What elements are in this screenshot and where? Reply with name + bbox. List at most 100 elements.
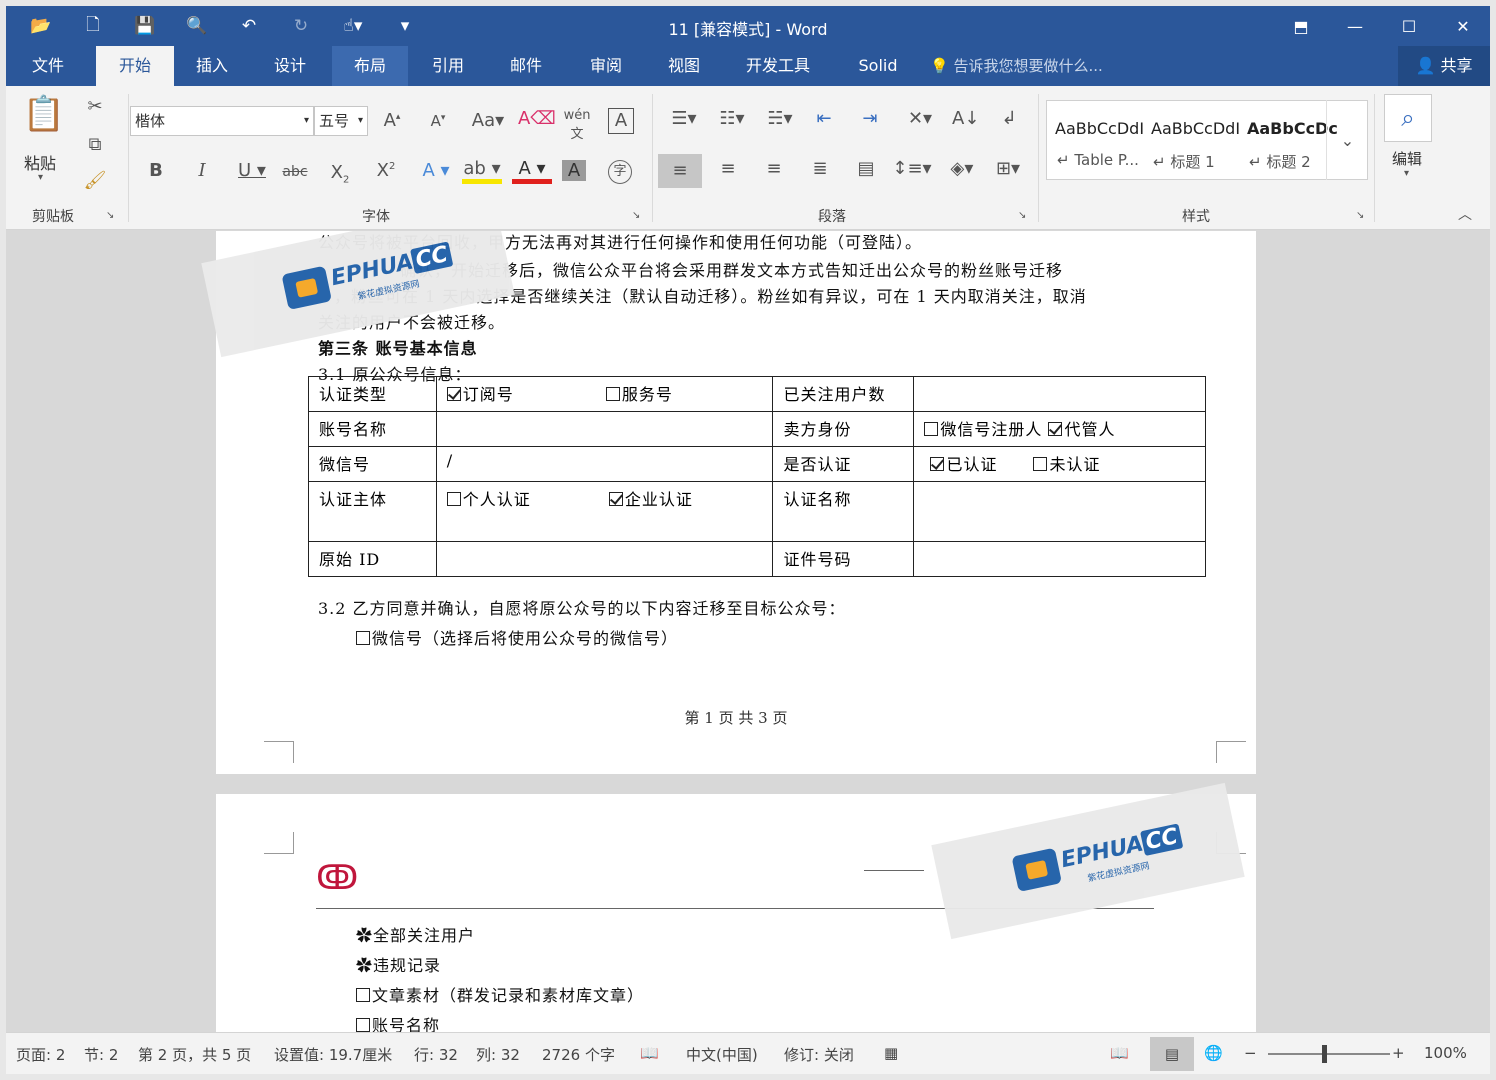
increase-indent-icon[interactable]: ⇥ <box>856 108 884 129</box>
status-pages[interactable]: 第 2 页，共 5 页 <box>138 1044 251 1065</box>
chevron-down-icon[interactable]: ▾ <box>304 107 309 135</box>
multilevel-list-icon[interactable]: ☵▾ <box>760 108 800 129</box>
checkbox-checked[interactable] <box>1048 422 1063 436</box>
status-page[interactable]: 页面: 2 <box>16 1044 65 1065</box>
table-cell[interactable] <box>913 541 1206 577</box>
status-track-changes[interactable]: 修订: 关闭 <box>784 1044 854 1065</box>
print-layout-icon[interactable]: ▤ <box>1150 1037 1194 1071</box>
tab-layout[interactable]: 布局 <box>332 46 408 86</box>
zoom-slider-knob[interactable] <box>1322 1045 1327 1063</box>
checkbox-checked[interactable] <box>930 457 945 471</box>
web-layout-icon[interactable]: 🌐 <box>1204 1044 1223 1062</box>
tab-solid[interactable]: Solid <box>846 46 910 86</box>
bold-icon[interactable]: B <box>146 160 166 181</box>
checkbox[interactable] <box>446 492 461 506</box>
tab-review[interactable]: 审阅 <box>572 46 640 86</box>
share-button[interactable]: 👤 共享 <box>1398 46 1490 86</box>
checkbox-checked[interactable] <box>608 492 623 506</box>
strikethrough-icon[interactable]: abc <box>280 164 310 180</box>
clipboard-launcher-icon[interactable]: ↘ <box>106 210 114 221</box>
highlight-color-icon[interactable]: ab ▾ <box>462 158 502 184</box>
copy-icon[interactable]: ⧉ <box>82 134 108 155</box>
tab-file[interactable]: 文件 <box>18 46 78 86</box>
format-painter-icon[interactable]: 🖌 <box>82 170 108 191</box>
font-color-icon[interactable]: A ▾ <box>512 158 552 184</box>
tab-view[interactable]: 视图 <box>650 46 718 86</box>
close-icon[interactable]: ✕ <box>1436 6 1490 46</box>
bullets-icon[interactable]: ☰▾ <box>664 108 704 129</box>
zoom-level[interactable]: 100% <box>1424 1044 1467 1062</box>
shrink-font-icon[interactable]: A▾ <box>426 112 450 130</box>
checkbox[interactable] <box>356 988 370 1002</box>
table-cell[interactable] <box>435 541 774 577</box>
tab-insert[interactable]: 插入 <box>178 46 246 86</box>
zoom-slider[interactable] <box>1268 1053 1390 1055</box>
checkbox-checked[interactable] <box>446 387 461 401</box>
status-section[interactable]: 节: 2 <box>84 1044 118 1065</box>
distributed-icon[interactable]: ▤ <box>852 158 880 179</box>
status-setting[interactable]: 设置值: 19.7厘米 <box>274 1044 392 1065</box>
chevron-down-icon[interactable]: ▾ <box>358 107 363 135</box>
status-language[interactable]: 中文(中国) <box>686 1044 758 1065</box>
paste-dropdown-icon[interactable]: ▾ <box>38 172 43 183</box>
checkbox[interactable] <box>356 1018 370 1032</box>
align-left-icon[interactable]: ≡ <box>658 154 702 188</box>
ribbon-display-options-icon[interactable]: ⬒ <box>1274 6 1328 46</box>
subscript-icon[interactable]: X2 <box>328 162 352 186</box>
font-name-box[interactable]: 楷体 ▾ <box>130 106 314 136</box>
decrease-indent-icon[interactable]: ⇤ <box>810 108 838 129</box>
enclose-characters-icon[interactable]: 字 <box>608 160 632 184</box>
chinese-layout-icon[interactable]: ✕▾ <box>900 108 940 129</box>
paragraph-launcher-icon[interactable]: ↘ <box>1018 210 1026 221</box>
tab-home[interactable]: 开始 <box>96 46 174 86</box>
change-case-icon[interactable]: Aa▾ <box>468 110 508 131</box>
migration-item[interactable]: ✿全部关注用户 <box>356 922 475 946</box>
superscript-icon[interactable]: X2 <box>374 160 398 181</box>
minimize-icon[interactable]: — <box>1328 6 1382 46</box>
character-border-icon[interactable]: A <box>608 108 634 134</box>
table-cell[interactable]: 个人认证 企业认证 <box>435 481 774 542</box>
tab-design[interactable]: 设计 <box>256 46 324 86</box>
numbering-icon[interactable]: ☷▾ <box>712 108 752 129</box>
tab-references[interactable]: 引用 <box>414 46 482 86</box>
editing-label[interactable]: 编辑 <box>1392 148 1422 169</box>
checkbox[interactable] <box>356 631 370 645</box>
migration-item[interactable]: 账号名称 <box>356 1012 440 1032</box>
table-cell[interactable] <box>913 376 1206 412</box>
status-column[interactable]: 列: 32 <box>476 1044 520 1065</box>
cut-icon[interactable]: ✂ <box>82 96 108 117</box>
italic-icon[interactable]: I <box>192 160 212 181</box>
option-item[interactable]: 微信号（选择后将使用公众号的微信号） <box>356 625 678 649</box>
clear-formatting-icon[interactable]: A⌫ <box>518 108 556 129</box>
line-spacing-icon[interactable]: ↕≡▾ <box>892 158 932 179</box>
account-info-table[interactable]: 认证类型 订阅号 服务号 已关注用户数 账号名称 卖方身份 微信号注册人 代管人 … <box>308 376 1206 577</box>
tab-mailings[interactable]: 邮件 <box>492 46 560 86</box>
character-shading-icon[interactable]: A <box>562 160 586 181</box>
align-center-icon[interactable]: ≡ <box>714 158 742 179</box>
table-cell[interactable]: 已认证 未认证 <box>913 446 1206 482</box>
phonetic-guide-icon[interactable]: wén 文 <box>562 108 592 142</box>
justify-icon[interactable]: ≣ <box>806 158 834 179</box>
checkbox[interactable] <box>924 422 939 436</box>
style-heading-2[interactable]: AaBbCcDc ↵ 标题 2 <box>1239 101 1338 179</box>
table-cell[interactable] <box>913 481 1206 542</box>
checkbox[interactable] <box>605 387 620 401</box>
zoom-out-icon[interactable]: − <box>1244 1044 1257 1062</box>
style-table-paragraph[interactable]: AaBbCcDdI ↵ Table P... <box>1047 101 1144 179</box>
align-right-icon[interactable]: ≡ <box>760 158 788 179</box>
collapse-ribbon-icon[interactable]: ︿ <box>1458 204 1472 224</box>
grow-font-icon[interactable]: A▴ <box>380 110 404 131</box>
tell-me-box[interactable]: 💡 告诉我您想要做什么... <box>930 46 1103 86</box>
read-mode-icon[interactable]: 📖 <box>1110 1044 1129 1062</box>
proofing-icon[interactable]: 📖 <box>640 1044 659 1062</box>
text-effects-icon[interactable]: A ▾ <box>418 160 454 181</box>
table-cell[interactable]: / <box>435 446 774 482</box>
maximize-icon[interactable]: ☐ <box>1382 6 1436 46</box>
styles-launcher-icon[interactable]: ↘ <box>1356 210 1364 221</box>
macro-record-icon[interactable]: ▦ <box>884 1044 898 1062</box>
table-cell[interactable]: 订阅号 服务号 <box>435 376 774 412</box>
table-cell[interactable]: 微信号注册人 代管人 <box>913 411 1206 447</box>
document-area[interactable]: 公众号将被平台回收，甲方无法再对其进行任何操作和使用任何功能（可登陆）。 确认，… <box>6 231 1490 1032</box>
tab-developer[interactable]: 开发工具 <box>736 46 820 86</box>
status-word-count[interactable]: 2726 个字 <box>542 1044 615 1065</box>
